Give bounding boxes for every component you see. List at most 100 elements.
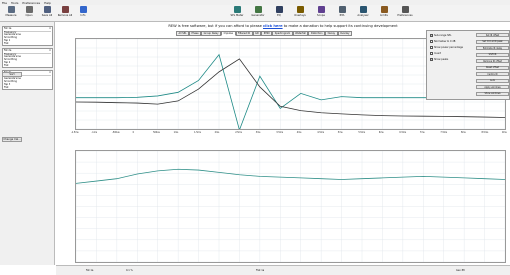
toolbar-button[interactable]: Save All (38, 6, 56, 21)
toolbar-button[interactable]: Overlays (291, 6, 309, 21)
toolbar-button[interactable]: Remove All (56, 6, 74, 21)
panel-checkbox-row[interactable]: Show peaks (430, 58, 448, 61)
toolbar-label: Open (25, 14, 33, 17)
panel-checkbox-row[interactable]: Sub-range SPL (430, 34, 451, 37)
toolbar-button[interactable]: Open (20, 6, 38, 21)
panel-button[interactable]: Set t=0 at IR peak (476, 39, 509, 44)
measurement-info: Flat (4, 42, 9, 46)
checkbox-label: Sub-range SPL (434, 34, 452, 37)
checkbox-label: Show power percentage (434, 46, 463, 49)
status-mid2: Flat 1a (256, 269, 265, 272)
panel-checkbox-row[interactable]: Invert (430, 52, 441, 55)
status-mid1: 0.1 % (126, 269, 133, 272)
measurements-panel: Fat 1a ✕ Frequency Generate sine Smoothing Ta… (0, 22, 55, 265)
graph-tab[interactable]: Distortion (308, 31, 326, 36)
menu-item[interactable]: File (2, 1, 7, 5)
x-tick-label: -1.5ms (71, 131, 79, 134)
toolbar-button[interactable]: Info (74, 6, 92, 21)
toolbar-button[interactable]: Limits (375, 6, 393, 21)
checkbox[interactable] (430, 40, 433, 43)
graph-tab[interactable]: Filtered IR (235, 31, 253, 36)
panel-button[interactable]: Estimate IR delay (476, 46, 509, 51)
x-tick-label: 1ms (173, 131, 179, 134)
checkbox[interactable] (430, 34, 433, 37)
toolbar-button[interactable]: Preferences (396, 6, 414, 21)
impulse-controls-panel: Sub-range SPL Normalise to 0 dB Show power… (426, 30, 510, 100)
donation-banner: REW is free software, but if you can aff… (56, 22, 510, 30)
measurement-info: Flat (4, 86, 9, 90)
toolbar-icon (296, 6, 304, 13)
graph-tab[interactable]: Group Delay (201, 31, 222, 36)
x-tick-label: 6ms (378, 131, 384, 134)
toolbar-label: Preferences (397, 14, 413, 17)
panel-button[interactable]: Remove IR offset (476, 59, 509, 64)
panel-checkbox-row[interactable]: Show power percentage (430, 46, 463, 49)
toolbar-label: Save All (41, 14, 53, 17)
banner-prefix: REW is free software, but if you can aff… (168, 24, 263, 28)
measurement-card[interactable]: Fat 1a ✕ Frequency Generate sine Smoothing Ta… (2, 26, 53, 46)
checkbox[interactable] (430, 58, 433, 61)
close-icon[interactable]: ✕ (49, 49, 51, 53)
panel-checkbox-row[interactable]: Normalise to 0 dB (430, 40, 455, 43)
x-tick-label: 5.5ms (358, 131, 366, 134)
status-right: Gen 88 (456, 269, 465, 272)
toolbar-label: Analyser (357, 14, 369, 17)
x-tick-label: 4ms (296, 131, 302, 134)
toolbar-button[interactable]: Measure (2, 6, 20, 21)
sort-button[interactable]: Sort (2, 72, 22, 77)
graph-tab[interactable]: RT60 (261, 31, 273, 36)
toolbar-button[interactable]: RTA (333, 6, 351, 21)
bottom-plot[interactable] (75, 150, 506, 263)
toolbar-label: Limits (380, 14, 388, 17)
toolbar-icon (254, 6, 262, 13)
close-icon[interactable]: ✕ (49, 27, 51, 31)
toolbar-button[interactable]: SPL Meter (228, 6, 246, 21)
graph-tab[interactable]: Decay (325, 31, 338, 36)
toolbar-label: EQ (277, 14, 281, 17)
graph-tab[interactable]: Overlay (337, 31, 352, 36)
x-tick-label: 8ms (460, 131, 466, 134)
toolbar-button[interactable]: Generator (249, 6, 267, 21)
x-tick-label: 500us (153, 131, 160, 134)
toolbar-icon (380, 6, 388, 13)
x-tick-label: 1.5ms (194, 131, 201, 134)
x-tick-label: 3ms (255, 131, 261, 134)
checkbox[interactable] (430, 52, 433, 55)
graph-tab[interactable]: Spectrogram (272, 31, 293, 36)
graph-tab[interactable]: All SPL (176, 31, 190, 36)
toolbar-icon (7, 6, 15, 13)
x-tick-label: -1ms (91, 131, 97, 134)
toolbar-label: Overlays (294, 14, 306, 17)
toolbar-icon (401, 6, 409, 13)
close-icon[interactable]: ✕ (49, 71, 51, 75)
menu-item[interactable]: Preferences (22, 1, 40, 5)
panel-button[interactable]: Centre IR (476, 72, 509, 77)
change-cal-button[interactable]: Change Cal... (2, 137, 22, 142)
toolbar-icon (359, 6, 367, 13)
graph-tab[interactable]: Phase (189, 31, 202, 36)
panel-button[interactable]: Auto (476, 78, 509, 83)
measurement-card[interactable]: Fat 2a ✕ Frequency Generate sine Smoothing Ta… (2, 48, 53, 68)
toolbar-icon (338, 6, 346, 13)
menu-item[interactable]: Tools (11, 1, 18, 5)
response-series-line (76, 168, 505, 184)
toolbar-button[interactable]: EQ (270, 6, 288, 21)
checkbox[interactable] (430, 46, 433, 49)
donation-link[interactable]: click here (263, 24, 283, 28)
status-left: Fat 1a (86, 269, 94, 272)
toolbar-button[interactable]: Analyser (354, 6, 372, 21)
graph-tab[interactable]: Impulse (221, 31, 236, 36)
panel-button[interactable]: Reset offset (476, 65, 509, 70)
panel-button[interactable]: Shift IR (476, 52, 509, 57)
measurement-info: Flat (4, 64, 9, 68)
panel-button[interactable]: Set IR offset (476, 33, 509, 38)
graph-tab[interactable]: GD (252, 31, 262, 36)
toolbar-button[interactable]: Scope (312, 6, 330, 21)
toolbar-label: Remove All (57, 14, 73, 17)
graph-tab[interactable]: Waterfall (292, 31, 309, 36)
menu-item[interactable]: Help (44, 1, 51, 5)
panel-button[interactable]: Apply windows (476, 85, 509, 90)
x-tick-label: 3.5ms (276, 131, 283, 134)
panel-button[interactable]: Show windows (476, 91, 509, 96)
toolbar-label: Measure (5, 14, 17, 17)
